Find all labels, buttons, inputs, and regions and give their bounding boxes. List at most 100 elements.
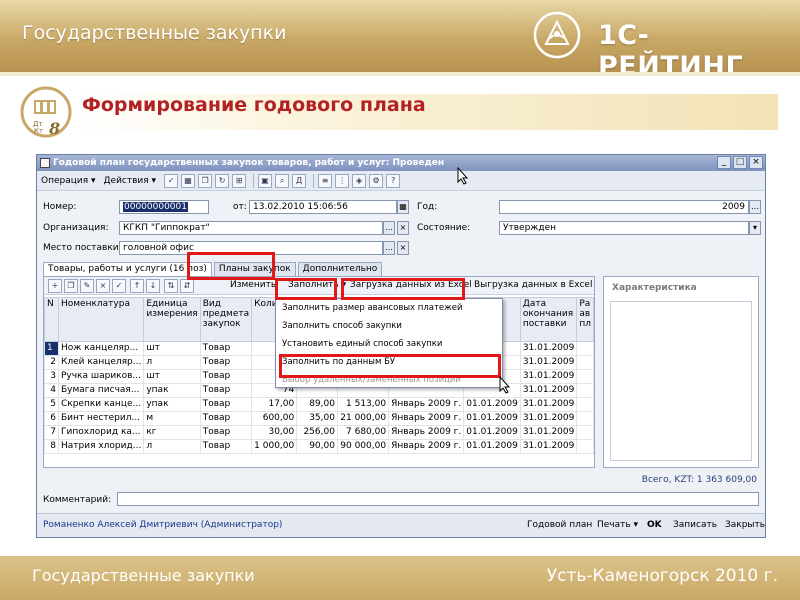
move-down-icon[interactable]: ↓ xyxy=(146,279,160,293)
structure-icon[interactable]: ⊞ xyxy=(232,173,247,188)
maximize-icon[interactable]: □ xyxy=(733,156,747,169)
footer-right: Усть-Каменогорск 2010 г. xyxy=(546,566,778,586)
col-nomenclature[interactable]: Номенклатура xyxy=(57,297,145,342)
place-select-icon[interactable]: … xyxy=(383,241,395,255)
state-label: Состояние: xyxy=(417,223,471,233)
comment-field[interactable] xyxy=(117,492,759,506)
tag-icon[interactable]: ◈ xyxy=(352,173,367,188)
title-area: Дт Кт 8 Формирование годового плана xyxy=(0,76,800,146)
slide-header: Государственные закупки 1С-РЕЙТИНГ xyxy=(0,0,800,82)
mouse-cursor-icon xyxy=(499,376,511,394)
col-end-date[interactable]: Дата окончания поставки xyxy=(519,297,578,342)
annual-plan-button[interactable]: Годовой план xyxy=(527,520,592,530)
toolbar-separator xyxy=(253,173,255,188)
window-titlebar[interactable]: Годовой план государственных закупок тов… xyxy=(37,155,765,171)
table-row[interactable]: 7 Гипохлорид ка... кг Товар 30,00 256,00… xyxy=(44,425,594,440)
table-row[interactable]: 6 Бинт нестерил... м Товар 600,00 35,00 … xyxy=(44,411,594,426)
highlight-fill-button xyxy=(275,278,337,300)
end-edit-icon[interactable]: ✓ xyxy=(112,279,126,293)
number-value: 00000000001 xyxy=(123,202,188,212)
edit-row-icon[interactable]: ✎ xyxy=(80,279,94,293)
characteristics-caption: Характеристика xyxy=(612,283,697,293)
state-field[interactable]: Утвержден xyxy=(499,221,749,235)
copy-row-icon[interactable]: ❐ xyxy=(64,279,78,293)
year-label: Год: xyxy=(417,202,438,212)
settings-icon[interactable]: ⚙ xyxy=(369,173,384,188)
brand: 1С-РЕЙТИНГ xyxy=(532,10,794,82)
footer-left: Государственные закупки xyxy=(32,566,255,585)
save-button[interactable]: Записать xyxy=(673,520,717,530)
slide-title: Формирование годового плана xyxy=(82,94,426,116)
from-label: от: xyxy=(233,202,247,212)
menu-item-set-single-method[interactable]: Установить единый способ закупки xyxy=(282,337,442,351)
col-unit[interactable]: Единица измерения xyxy=(143,297,201,342)
close-button[interactable]: Закрыть xyxy=(725,520,765,530)
unload-excel-button[interactable]: Выгрузка данных в Excel xyxy=(474,279,592,293)
print-button[interactable]: Печать ▾ xyxy=(597,520,638,530)
menu-actions[interactable]: Действия ▾ xyxy=(104,176,157,186)
table-row[interactable]: 5 Скрепки канце... упак Товар 17,00 89,0… xyxy=(44,397,594,412)
ok-button[interactable]: OK xyxy=(647,520,662,530)
find-icon[interactable]: ⌕ xyxy=(275,173,290,188)
col-type[interactable]: Вид предмета закупок xyxy=(199,297,253,342)
state-dropdown-icon[interactable]: ▾ xyxy=(749,221,761,235)
document-window: Годовой план государственных закупок тов… xyxy=(36,154,766,538)
table-row[interactable]: 8 Натрия хлорид... л Товар 1 000,00 90,0… xyxy=(44,439,594,454)
badge-kt: Кт xyxy=(34,127,43,135)
user-link[interactable]: Романенко Алексей Дмитриевич (Администра… xyxy=(43,520,282,530)
print-preview-icon[interactable]: ▣ xyxy=(258,173,273,188)
window-title: Годовой план государственных закупок тов… xyxy=(53,158,445,168)
copy-icon[interactable]: ❐ xyxy=(198,173,213,188)
delete-row-icon[interactable]: × xyxy=(96,279,110,293)
help-icon[interactable]: ? xyxy=(386,173,401,188)
grid-icon[interactable]: ▦ xyxy=(181,173,196,188)
window-controls: _ □ × xyxy=(717,156,763,169)
badge-number: 8 xyxy=(48,119,60,138)
close-icon[interactable]: × xyxy=(749,156,763,169)
document-icon xyxy=(40,158,50,168)
change-button[interactable]: Изменить xyxy=(230,279,276,293)
slide-footer: Государственные закупки Усть-Каменогорск… xyxy=(0,556,800,600)
characteristics-panel: Характеристика xyxy=(603,276,759,468)
post-icon[interactable]: ✓ xyxy=(164,173,179,188)
year-field[interactable]: 2009 xyxy=(499,200,749,214)
sort-desc-icon[interactable]: ⇵ xyxy=(180,279,194,293)
highlight-fill-by-accounting xyxy=(279,354,501,378)
date-field[interactable]: 13.02.2010 15:06:56 xyxy=(249,200,397,214)
toolbar-separator xyxy=(313,173,315,188)
calendar-icon[interactable]: ▦ xyxy=(397,200,409,214)
add-row-icon[interactable]: + xyxy=(48,279,62,293)
dt-kt-icon[interactable]: Д xyxy=(292,173,307,188)
accounting-badge-icon: Дт Кт 8 xyxy=(20,86,72,138)
characteristics-area[interactable] xyxy=(610,301,752,461)
year-select-icon[interactable]: … xyxy=(749,200,761,214)
tree-icon[interactable]: ⋮ xyxy=(335,173,350,188)
window-bottom-bar: Романенко Алексей Дмитриевич (Администра… xyxy=(37,513,765,537)
number-field[interactable]: 00000000001 xyxy=(119,200,209,214)
minimize-icon[interactable]: _ xyxy=(717,156,731,169)
org-select-icon[interactable]: … xyxy=(383,221,395,235)
move-up-icon[interactable]: ↑ xyxy=(130,279,144,293)
sort-asc-icon[interactable]: ⇅ xyxy=(164,279,178,293)
highlight-purchase-plans-tab xyxy=(187,252,275,280)
org-field[interactable]: КГКП "Гиппократ" xyxy=(119,221,383,235)
org-label: Организация: xyxy=(43,223,109,233)
main-toolbar: Операция ▾ Действия ▾ ✓ ▦ ❐ ↻ ⊞ ▣ ⌕ Д ≡ … xyxy=(37,171,765,191)
col-advance[interactable]: Ра ав пл xyxy=(576,297,594,342)
refresh-icon[interactable]: ↻ xyxy=(215,173,230,188)
brand-logo-icon xyxy=(533,11,581,59)
org-clear-icon[interactable]: × xyxy=(397,221,409,235)
tab-additional[interactable]: Дополнительно xyxy=(297,262,383,276)
highlight-load-excel-button xyxy=(341,278,465,300)
col-n[interactable]: N xyxy=(44,297,59,342)
comment-label: Комментарий: xyxy=(43,495,112,505)
place-clear-icon[interactable]: × xyxy=(397,241,409,255)
header-title: Государственные закупки xyxy=(22,22,287,44)
total-sum: Всего, KZT: 1 363 609,00 xyxy=(641,475,757,485)
list-icon[interactable]: ≡ xyxy=(318,173,333,188)
place-label: Место поставки: xyxy=(43,243,122,253)
mouse-cursor-icon xyxy=(457,167,469,185)
menu-operation[interactable]: Операция ▾ xyxy=(41,176,96,186)
menu-item-fill-method[interactable]: Заполнить способ закупки xyxy=(282,319,402,333)
menu-item-fill-advance[interactable]: Заполнить размер авансовых платежей xyxy=(282,301,463,315)
